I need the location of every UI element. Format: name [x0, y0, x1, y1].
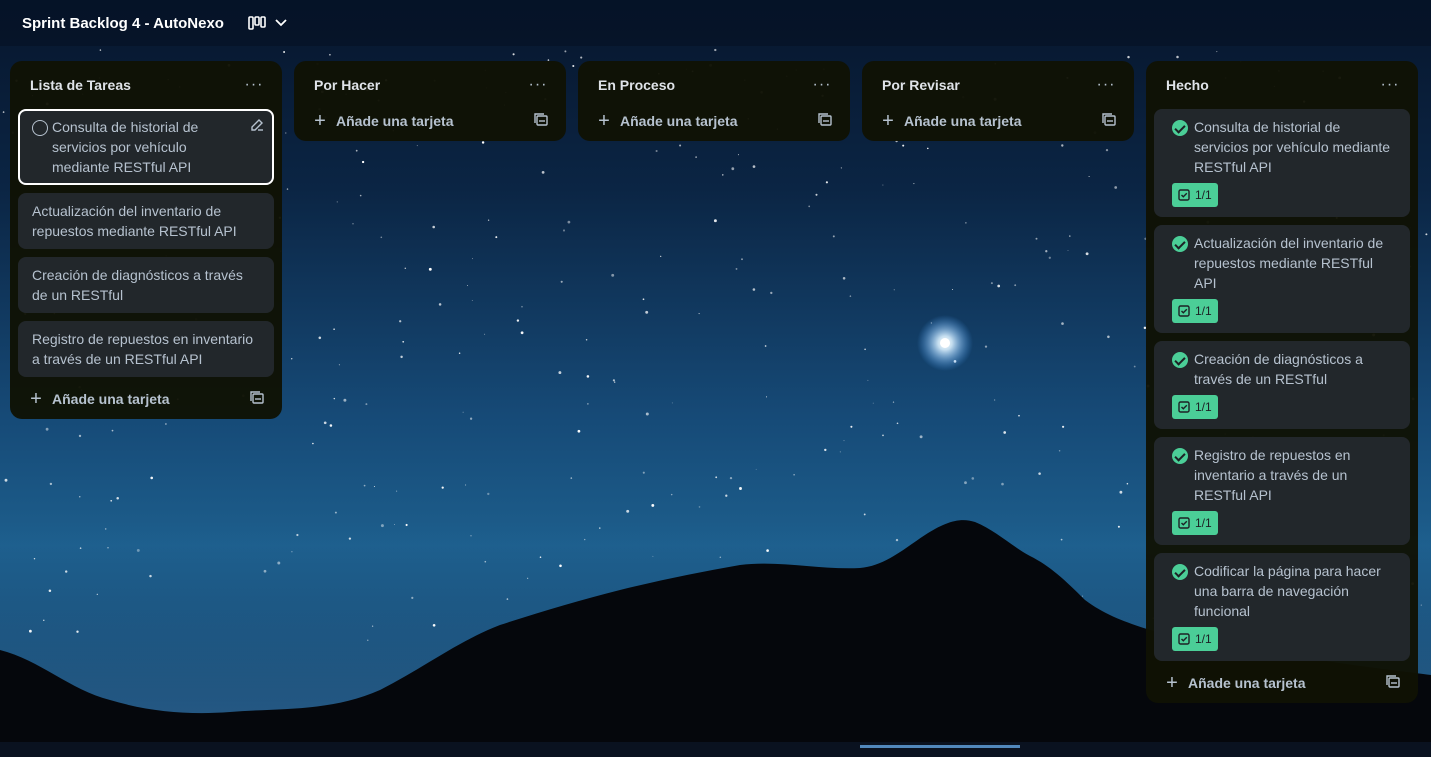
checklist-badge: 1/1: [1172, 511, 1218, 535]
card-title: Registro de repuestos en inventario a tr…: [32, 331, 254, 367]
card-title: Actualización del inventario de repuesto…: [1194, 235, 1384, 291]
check-circle-icon[interactable]: [1172, 120, 1188, 136]
list-header: Hecho ···: [1154, 69, 1410, 101]
list-title[interactable]: Por Hacer: [314, 77, 380, 93]
add-card-button[interactable]: + Añade una tarjeta: [28, 389, 169, 409]
card-template-icon[interactable]: [534, 112, 548, 130]
card[interactable]: Consulta de historial de servicios por v…: [1154, 109, 1410, 217]
add-card-row: + Añade una tarjeta: [18, 379, 274, 419]
checklist-count: 1/1: [1195, 304, 1212, 318]
list-menu-icon[interactable]: ···: [1376, 75, 1404, 95]
add-card-row: + Añade una tarjeta: [870, 101, 1126, 141]
list-por-revisar: Por Revisar ··· + Añade una tarjeta: [862, 61, 1134, 141]
checklist-badge: 1/1: [1172, 627, 1218, 651]
add-card-label: Añade una tarjeta: [620, 113, 738, 129]
board-view-switcher[interactable]: [248, 16, 288, 30]
list-menu-icon[interactable]: ···: [1092, 75, 1120, 95]
list-lista-de-tareas: Lista de Tareas ··· Consulta de historia…: [10, 61, 282, 419]
plus-icon: +: [314, 110, 326, 132]
check-circle-icon[interactable]: [1172, 236, 1188, 252]
card-template-icon[interactable]: [250, 390, 264, 408]
card[interactable]: Actualización del inventario de repuesto…: [18, 193, 274, 249]
checklist-icon: [1178, 189, 1190, 201]
add-card-label: Añade una tarjeta: [52, 391, 170, 407]
checklist-count: 1/1: [1195, 188, 1212, 202]
list-title[interactable]: Lista de Tareas: [30, 77, 131, 93]
check-circle-icon[interactable]: [1172, 448, 1188, 464]
board-header: Sprint Backlog 4 - AutoNexo: [0, 0, 1431, 46]
checklist-icon: [1178, 633, 1190, 645]
checklist-badge: 1/1: [1172, 183, 1218, 207]
checklist-icon: [1178, 401, 1190, 413]
checklist-badge: 1/1: [1172, 299, 1218, 323]
list-header: Lista de Tareas ···: [18, 69, 274, 101]
card[interactable]: Registro de repuestos en inventario a tr…: [18, 321, 274, 377]
list-title[interactable]: En Proceso: [598, 77, 675, 93]
list-menu-icon[interactable]: ···: [240, 75, 268, 95]
check-circle-icon[interactable]: [1172, 352, 1188, 368]
add-card-button[interactable]: + Añade una tarjeta: [596, 111, 737, 131]
list-menu-icon[interactable]: ···: [808, 75, 836, 95]
card-title: Consulta de historial de servicios por v…: [1194, 119, 1391, 175]
card-template-icon[interactable]: [818, 112, 832, 130]
card[interactable]: Codificar la página para hacer una barra…: [1154, 553, 1410, 661]
add-card-button[interactable]: + Añade una tarjeta: [880, 111, 1021, 131]
list-menu-icon[interactable]: ···: [524, 75, 552, 95]
card-template-icon[interactable]: [1386, 674, 1400, 692]
add-card-label: Añade una tarjeta: [1188, 675, 1306, 691]
plus-icon: +: [30, 388, 42, 410]
checklist-badge: 1/1: [1172, 395, 1218, 419]
complete-circle-icon[interactable]: [32, 120, 48, 136]
list-hecho: Hecho ··· Consulta de historial de servi…: [1146, 61, 1418, 703]
list-title[interactable]: Hecho: [1166, 77, 1209, 93]
card[interactable]: Actualización del inventario de repuesto…: [1154, 225, 1410, 333]
board-view-icon: [248, 16, 266, 30]
card[interactable]: Registro de repuestos en inventario a tr…: [1154, 437, 1410, 545]
add-card-row: + Añade una tarjeta: [1154, 663, 1410, 703]
list-header: Por Hacer ···: [302, 69, 558, 101]
card[interactable]: Creación de diagnósticos a través de un …: [1154, 341, 1410, 429]
checklist-count: 1/1: [1195, 516, 1212, 530]
checklist-icon: [1178, 517, 1190, 529]
card-template-icon[interactable]: [1102, 112, 1116, 130]
checklist-icon: [1178, 305, 1190, 317]
checklist-count: 1/1: [1195, 632, 1212, 646]
add-card-button[interactable]: + Añade una tarjeta: [1164, 673, 1305, 693]
edit-icon[interactable]: [250, 117, 264, 137]
add-card-label: Añade una tarjeta: [904, 113, 1022, 129]
card-title: Codificar la página para hacer una barra…: [1194, 563, 1381, 619]
card[interactable]: Creación de diagnósticos a través de un …: [18, 257, 274, 313]
check-circle-icon[interactable]: [1172, 564, 1188, 580]
plus-icon: +: [882, 110, 894, 132]
card-title: Creación de diagnósticos a través de un …: [1194, 351, 1363, 387]
list-en-proceso: En Proceso ··· + Añade una tarjeta: [578, 61, 850, 141]
card[interactable]: Consulta de historial de servicios por v…: [18, 109, 274, 185]
checklist-count: 1/1: [1195, 400, 1212, 414]
card-title: Registro de repuestos en inventario a tr…: [1194, 447, 1351, 503]
card-title: Actualización del inventario de repuesto…: [32, 203, 237, 239]
plus-icon: +: [1166, 672, 1178, 694]
list-por-hacer: Por Hacer ··· + Añade una tarjeta: [294, 61, 566, 141]
card-title: Consulta de historial de servicios por v…: [52, 119, 199, 175]
card-title: Creación de diagnósticos a través de un …: [32, 267, 243, 303]
card-list: Consulta de historial de servicios por v…: [18, 109, 274, 377]
list-header: Por Revisar ···: [870, 69, 1126, 101]
plus-icon: +: [598, 110, 610, 132]
add-card-label: Añade una tarjeta: [336, 113, 454, 129]
card-list: Consulta de historial de servicios por v…: [1154, 109, 1410, 661]
chevron-down-icon: [274, 18, 288, 28]
list-title[interactable]: Por Revisar: [882, 77, 960, 93]
add-card-row: + Añade una tarjeta: [302, 101, 558, 141]
board-title[interactable]: Sprint Backlog 4 - AutoNexo: [22, 15, 224, 32]
add-card-row: + Añade una tarjeta: [586, 101, 842, 141]
add-card-button[interactable]: + Añade una tarjeta: [312, 111, 453, 131]
list-header: En Proceso ···: [586, 69, 842, 101]
